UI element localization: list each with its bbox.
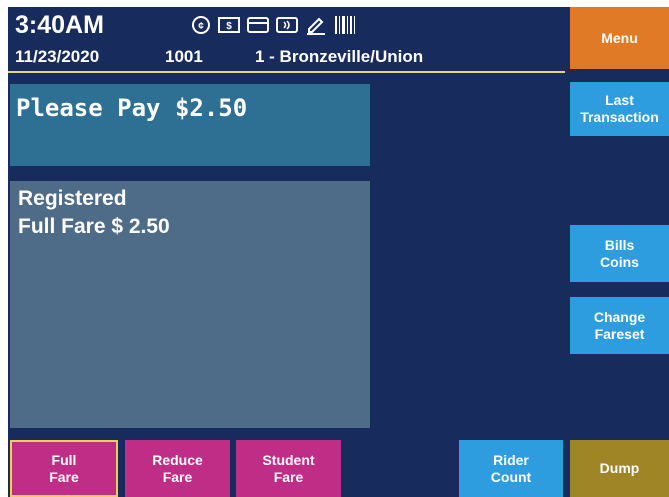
card-icon (247, 16, 269, 34)
status-fare-amount: Full Fare $ 2.50 (18, 215, 170, 238)
bills-coins-button[interactable]: Bills Coins (570, 225, 669, 282)
menu-button[interactable]: Menu (570, 7, 669, 69)
payment-prompt: Please Pay $2.50 (10, 84, 370, 166)
clock-time: 3:40AM (15, 11, 104, 39)
contactless-icon (276, 16, 298, 34)
reduce-fare-button[interactable]: Reduce Fare (125, 440, 230, 497)
svg-text:¢: ¢ (198, 21, 204, 32)
terminal-id: 1001 (165, 47, 203, 66)
cash-icon: $ (218, 16, 240, 34)
barcode-icon (334, 15, 356, 35)
student-fare-button[interactable]: Student Fare (236, 440, 341, 497)
pencil-icon (305, 15, 327, 35)
fare-terminal-screen: 3:40AM ¢ $ 11/23/2020 1001 1 - Bronzevil… (8, 7, 669, 497)
svg-text:$: $ (226, 21, 232, 32)
current-date: 11/23/2020 (15, 47, 100, 66)
rider-count-button[interactable]: Rider Count (459, 440, 563, 497)
header-divider (8, 71, 565, 73)
payment-status-icons: ¢ $ (191, 14, 356, 36)
change-fareset-button[interactable]: Change Fareset (570, 297, 669, 354)
full-fare-button[interactable]: Full Fare (10, 440, 118, 497)
status-registered: Registered (18, 187, 127, 210)
route-name: 1 - Bronzeville/Union (255, 47, 424, 66)
transaction-status-panel: Registered Full Fare $ 2.50 (10, 181, 370, 428)
dump-button[interactable]: Dump (570, 440, 669, 497)
last-transaction-button[interactable]: Last Transaction (570, 82, 669, 136)
coin-icon: ¢ (191, 15, 211, 35)
